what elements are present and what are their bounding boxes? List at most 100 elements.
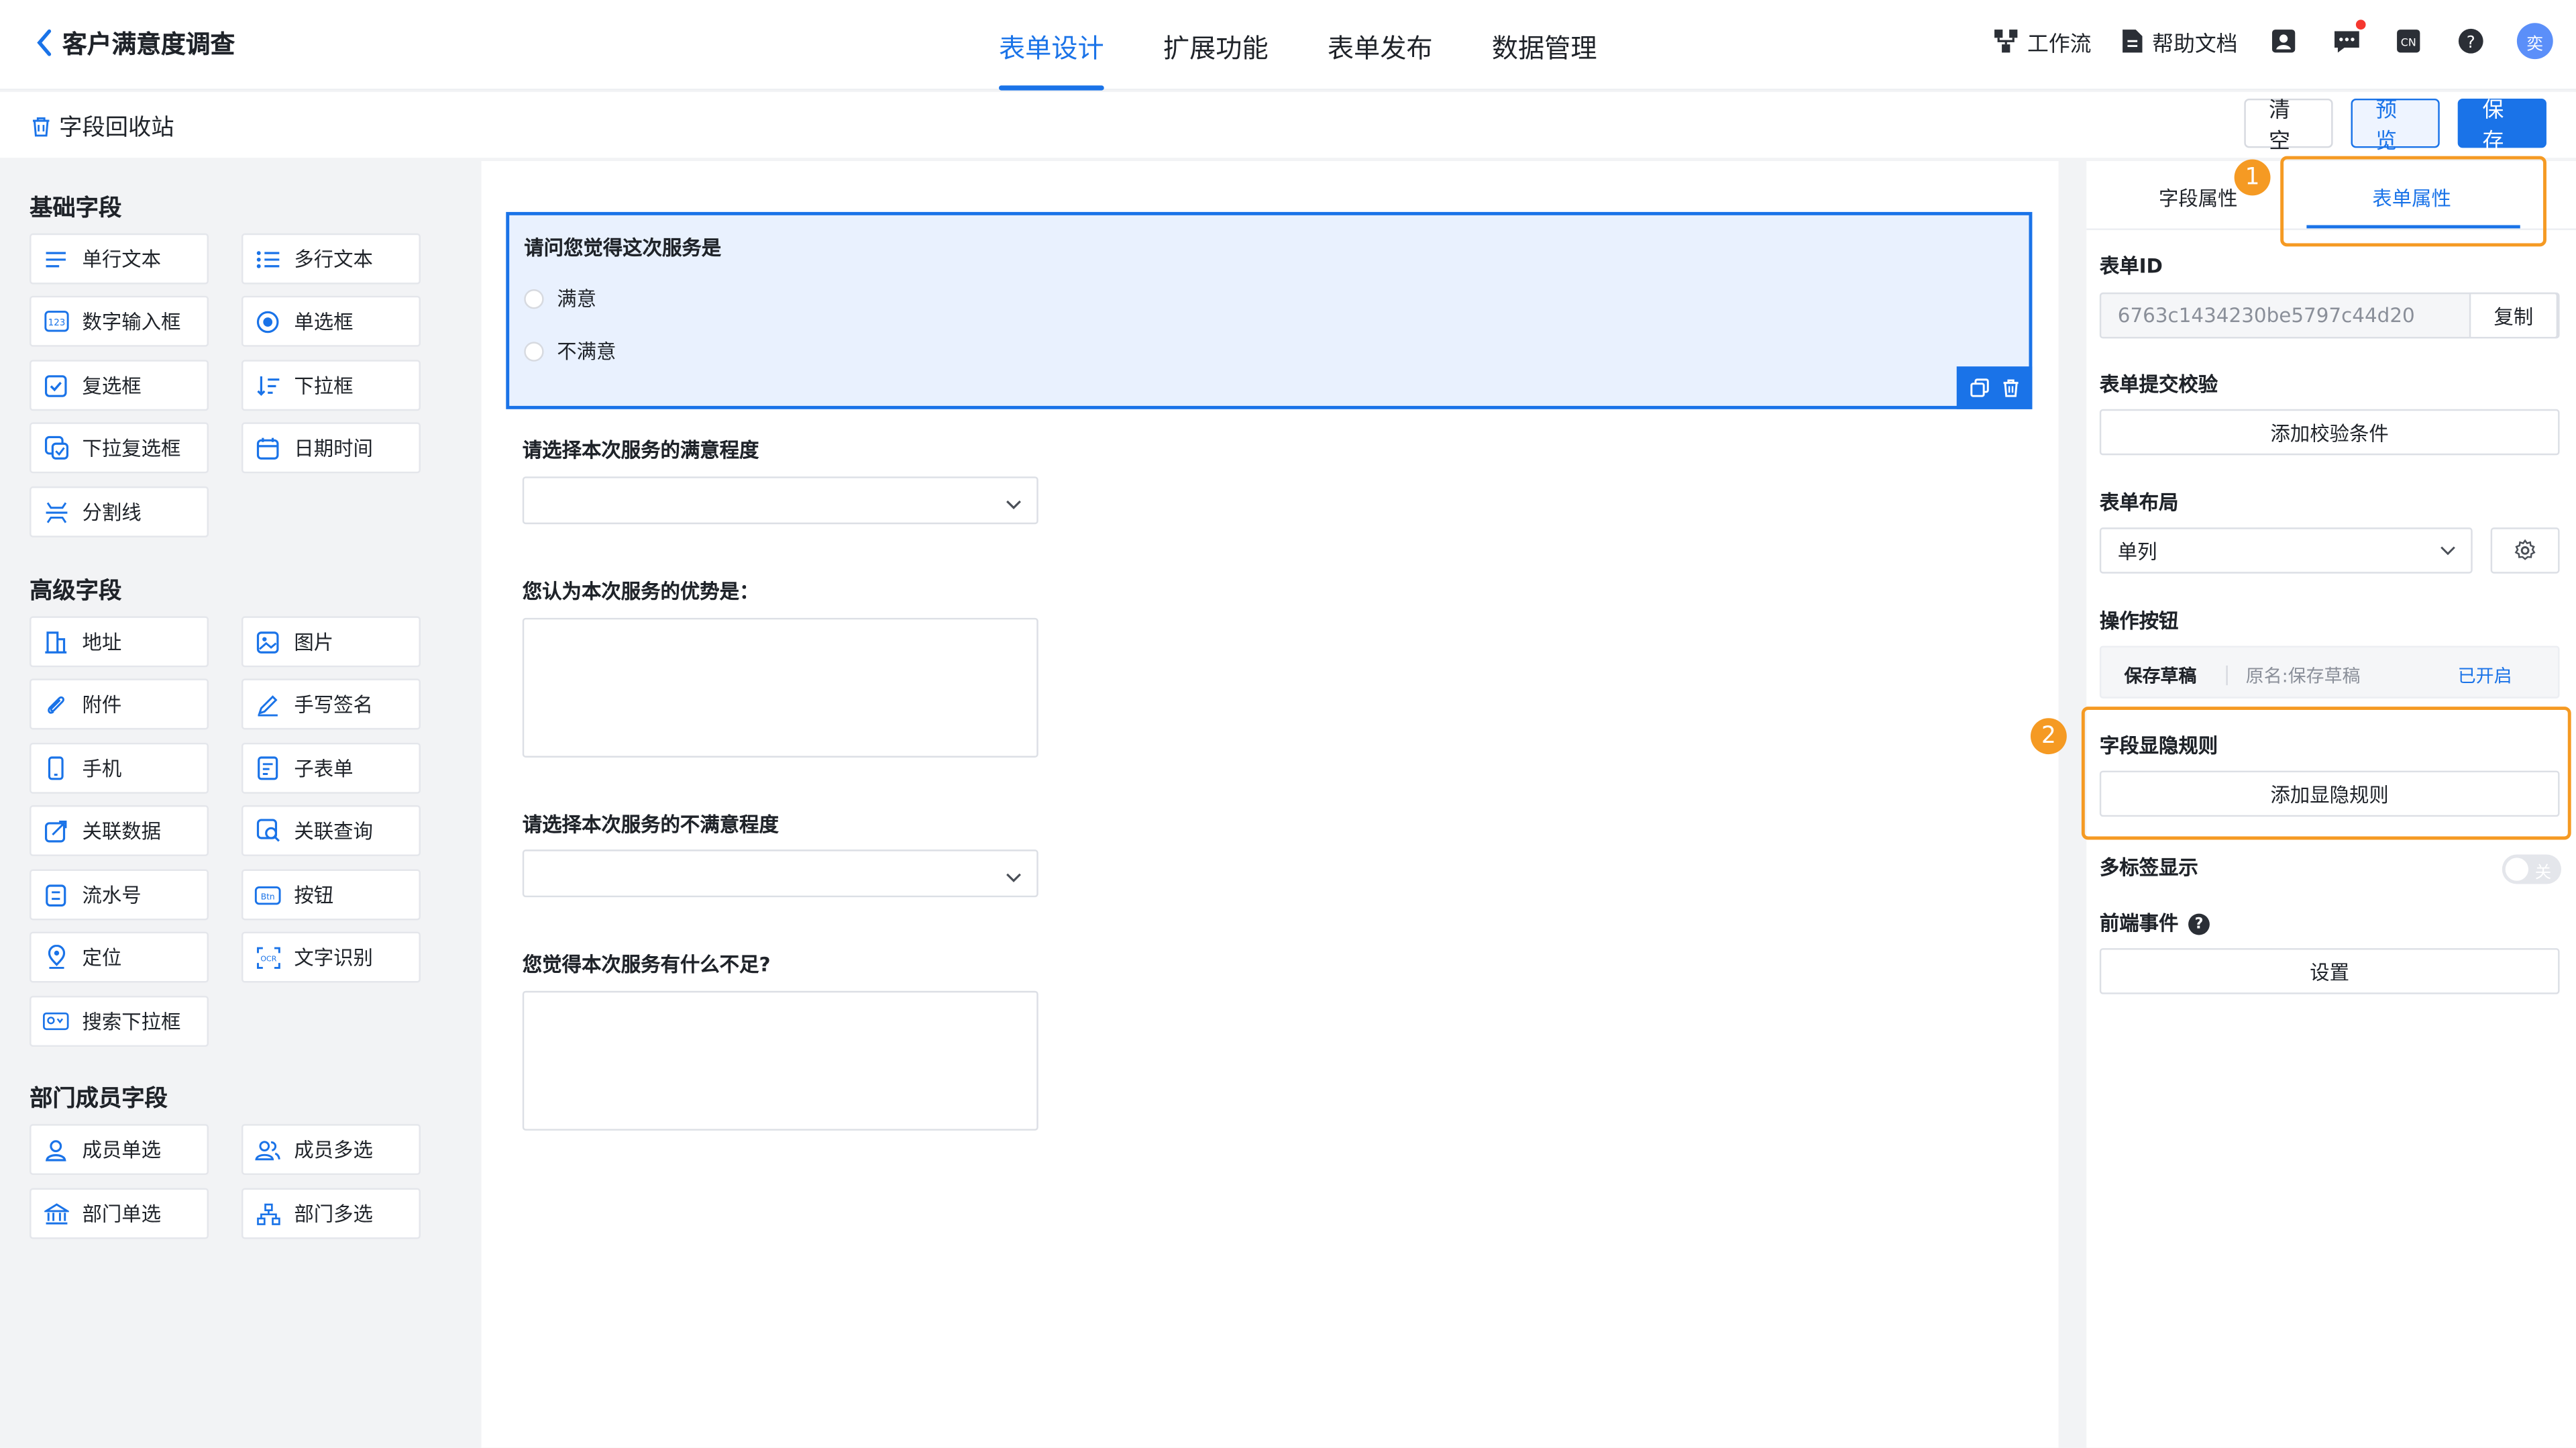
tab-data-management[interactable]: 数据管理	[1462, 0, 1627, 91]
field-department-single[interactable]: 部门单选	[30, 1188, 209, 1239]
avatar[interactable]: 奕	[2516, 23, 2553, 60]
field-member-single[interactable]: 成员单选	[30, 1124, 209, 1176]
copy-id-button[interactable]: 复制	[2469, 292, 2559, 339]
operation-buttons-label: 操作按钮	[2099, 609, 2179, 633]
field-linked-query[interactable]: 关联查询	[241, 805, 421, 856]
field-linked-data[interactable]: 关联数据	[30, 805, 209, 856]
users-icon	[253, 1135, 282, 1164]
help-docs-label: 帮助文档	[2152, 32, 2238, 57]
selected-field-radio[interactable]: 请问您觉得这次服务是 满意 不满意	[506, 211, 2033, 409]
field-attachment[interactable]: 附件	[30, 678, 209, 730]
workflow-label: 工作流	[2027, 32, 2092, 57]
dissatisfaction-level-select[interactable]	[522, 849, 1038, 898]
layout-settings-button[interactable]	[2490, 527, 2560, 574]
field-image[interactable]: 图片	[241, 616, 421, 668]
copy-icon[interactable]	[1969, 372, 1988, 404]
svg-text:Btn: Btn	[261, 891, 275, 900]
question-icon[interactable]: ?	[2188, 913, 2210, 935]
form-layout-label: 表单布局	[2099, 491, 2179, 515]
radio-option-satisfied[interactable]: 满意	[524, 285, 596, 313]
member-fields-title: 部门成员字段	[30, 1086, 168, 1113]
field-search-dropdown[interactable]: 搜索下拉框	[30, 996, 209, 1047]
workflow-button[interactable]: 工作流	[1993, 25, 2092, 57]
field-radio[interactable]: 单选框	[241, 295, 421, 347]
language-button[interactable]: CN	[2392, 25, 2425, 58]
basic-fields-title: 基础字段	[30, 195, 122, 222]
app-title: 客户满意度调查	[62, 28, 235, 58]
chat-icon	[2333, 31, 2359, 53]
advantages-textarea[interactable]	[522, 617, 1038, 758]
question-4-title: 请选择本次服务的不满意程度	[522, 813, 779, 837]
field-member-multi[interactable]: 成员多选	[241, 1124, 421, 1176]
tab-extensions[interactable]: 扩展功能	[1134, 0, 1298, 91]
field-location[interactable]: 定位	[30, 931, 209, 983]
field-signature[interactable]: 手写签名	[241, 678, 421, 730]
field-divider[interactable]: 分割线	[30, 486, 209, 537]
field-number-input[interactable]: 123 数字输入框	[30, 295, 209, 347]
chevron-down-icon	[1004, 490, 1023, 521]
field-department-multi[interactable]: 部门多选	[241, 1188, 421, 1239]
operation-status-link[interactable]: 已开启	[2458, 662, 2512, 688]
help-docs-button[interactable]: 帮助文档	[2121, 25, 2238, 57]
field-recycle-bin-button[interactable]: 字段回收站	[30, 110, 174, 143]
radio-circle	[524, 341, 544, 361]
search-dropdown-icon	[41, 1006, 70, 1036]
linked-query-icon	[253, 816, 282, 845]
messages-button[interactable]	[2330, 19, 2366, 58]
main-nav: 表单设计 扩展功能 表单发布 数据管理	[969, 0, 1627, 91]
trash-icon[interactable]	[2000, 372, 2020, 404]
language-cn-icon: CN	[2397, 30, 2420, 53]
form-layout-select[interactable]: 单列	[2099, 527, 2473, 574]
multi-tab-toggle[interactable]: 关	[2502, 854, 2561, 884]
svg-text:123: 123	[47, 318, 64, 328]
checkbox-icon	[41, 370, 70, 400]
field-dropdown[interactable]: 下拉框	[241, 360, 421, 411]
ocr-scan-icon: OCR	[253, 943, 282, 972]
save-button[interactable]: 保存	[2457, 98, 2546, 154]
tab-field-properties[interactable]: 字段属性	[2159, 184, 2238, 212]
satisfaction-level-select[interactable]	[522, 476, 1038, 525]
multi-tab-display-label: 多标签显示	[2099, 856, 2198, 880]
form-id-field: 6763c1434230be5797c44d20 复制	[2099, 292, 2560, 339]
image-icon	[253, 627, 282, 656]
question-2-title: 请选择本次服务的满意程度	[522, 438, 759, 462]
building-icon	[41, 627, 70, 656]
toolbar: 字段回收站 清空 预览 保存	[0, 92, 2576, 158]
form-layout-value: 单列	[2117, 539, 2157, 563]
calendar-icon	[253, 433, 282, 462]
radio-icon	[253, 307, 282, 336]
field-multi-line-text[interactable]: 多行文本	[241, 233, 421, 285]
tab-form-design[interactable]: 表单设计	[969, 0, 1134, 91]
add-check-condition-button[interactable]: 添加校验条件	[2099, 409, 2560, 456]
radio-option-unsatisfied[interactable]: 不满意	[524, 337, 616, 365]
chevron-down-icon	[1004, 863, 1023, 894]
field-actions	[1956, 366, 2033, 409]
field-serial-number[interactable]: 流水号	[30, 869, 209, 921]
field-address[interactable]: 地址	[30, 616, 209, 668]
frontend-events-settings-button[interactable]: 设置	[2099, 948, 2560, 994]
divider	[2226, 665, 2228, 686]
help-button[interactable]: ?	[2455, 25, 2487, 58]
preview-button[interactable]: 预览	[2351, 98, 2440, 154]
clear-button[interactable]: 清空	[2244, 98, 2333, 154]
form-id-value: 6763c1434230be5797c44d20	[2117, 304, 2415, 327]
field-single-line-text[interactable]: 单行文本	[30, 233, 209, 285]
field-ocr[interactable]: OCR 文字识别	[241, 931, 421, 983]
shortcomings-textarea[interactable]	[522, 990, 1038, 1131]
operation-button-row: 保存草稿 原名:保存草稿 已开启	[2099, 645, 2560, 699]
contacts-button[interactable]	[2267, 25, 2300, 58]
field-dropdown-multi[interactable]: 下拉复选框	[30, 422, 209, 474]
back-button[interactable]: 客户满意度调查	[30, 23, 235, 62]
highlight-form-properties-tab	[2280, 156, 2546, 247]
phone-icon	[41, 754, 70, 783]
field-datetime[interactable]: 日期时间	[241, 422, 421, 474]
svg-text:?: ?	[2467, 32, 2475, 52]
field-checkbox[interactable]: 复选框	[30, 360, 209, 411]
serial-number-icon	[41, 880, 70, 909]
form-canvas: 请问您觉得这次服务是 满意 不满意 请选择本次服务的满意程度 您认为本次服务的优…	[481, 161, 2059, 1448]
tab-form-publish[interactable]: 表单发布	[1298, 0, 1462, 91]
field-subform[interactable]: 子表单	[241, 742, 421, 794]
document-icon	[2123, 30, 2143, 53]
field-phone[interactable]: 手机	[30, 742, 209, 794]
field-button[interactable]: Btn 按钮	[241, 869, 421, 921]
